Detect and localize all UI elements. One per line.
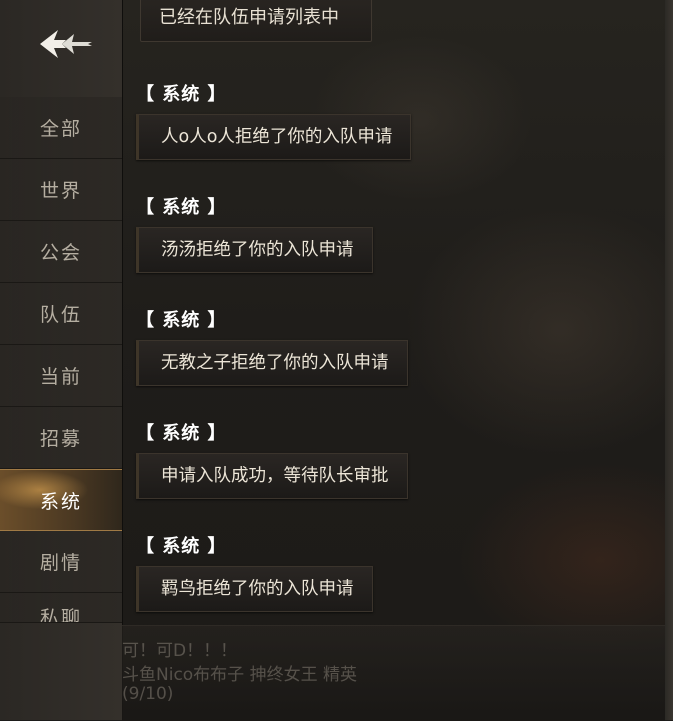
message-bubble: 已经在队伍申请列表中 [140, 0, 372, 42]
tab-recruit[interactable]: 招募 [0, 407, 122, 469]
panel-edge [665, 0, 673, 720]
tab-all[interactable]: 全部 [0, 97, 122, 159]
message-item: 【 系统 】 羁鸟拒绝了你的入队申请 [136, 532, 373, 612]
tab-system[interactable]: 系统 [0, 469, 122, 531]
system-tag: 【 系统 】 [136, 310, 227, 331]
message-item: 【 系统 】 申请入队成功，等待队长审批 [136, 419, 408, 499]
message-item: 【 系统 】 人o人o人拒绝了你的入队申请 [136, 80, 412, 160]
system-tag: 【 系统 】 [136, 423, 227, 444]
background-chat-overlay: 可！可D！！！ 斗鱼Nico布布子 抻终女王 精英 (9/10) [122, 625, 665, 721]
tab-story[interactable]: 剧情 [0, 531, 122, 593]
message-bubble: 申请入队成功，等待队长审批 [136, 453, 408, 499]
message-bubble: 人o人o人拒绝了你的入队申请 [136, 114, 412, 160]
system-tag: 【 系统 】 [136, 197, 227, 218]
tab-private-chat[interactable]: 私聊 [0, 593, 122, 623]
back-arrow-icon [36, 24, 96, 68]
message-bubble: 汤汤拒绝了你的入队申请 [136, 227, 373, 273]
message-list[interactable]: 已经在队伍申请列表中 【 系统 】 人o人o人拒绝了你的入队申请 【 系统 】 … [122, 0, 665, 630]
message-bubble: 羁鸟拒绝了你的入队申请 [136, 566, 373, 612]
message-item: 【 系统 】 汤汤拒绝了你的入队申请 [136, 193, 373, 273]
system-tag: 【 系统 】 [136, 84, 227, 105]
back-button[interactable] [30, 20, 102, 72]
tab-guild[interactable]: 公会 [0, 221, 122, 283]
system-tag: 【 系统 】 [136, 536, 227, 557]
tab-world[interactable]: 世界 [0, 159, 122, 221]
channel-tabs: 全部 世界 公会 队伍 当前 招募 系统 剧情 私聊 [0, 97, 122, 623]
message-item: 【 系统 】 无教之子拒绝了你的入队申请 [136, 306, 408, 386]
channel-sidebar: 全部 世界 公会 队伍 当前 招募 系统 剧情 私聊 [0, 0, 123, 720]
background-text: 可！可D！！！ [122, 641, 238, 661]
tab-team[interactable]: 队伍 [0, 283, 122, 345]
tab-current[interactable]: 当前 [0, 345, 122, 407]
message-bubble: 无教之子拒绝了你的入队申请 [136, 340, 408, 386]
background-text: (9/10) [122, 684, 174, 704]
background-text: 斗鱼Nico布布子 抻终女王 精英 [122, 665, 357, 685]
